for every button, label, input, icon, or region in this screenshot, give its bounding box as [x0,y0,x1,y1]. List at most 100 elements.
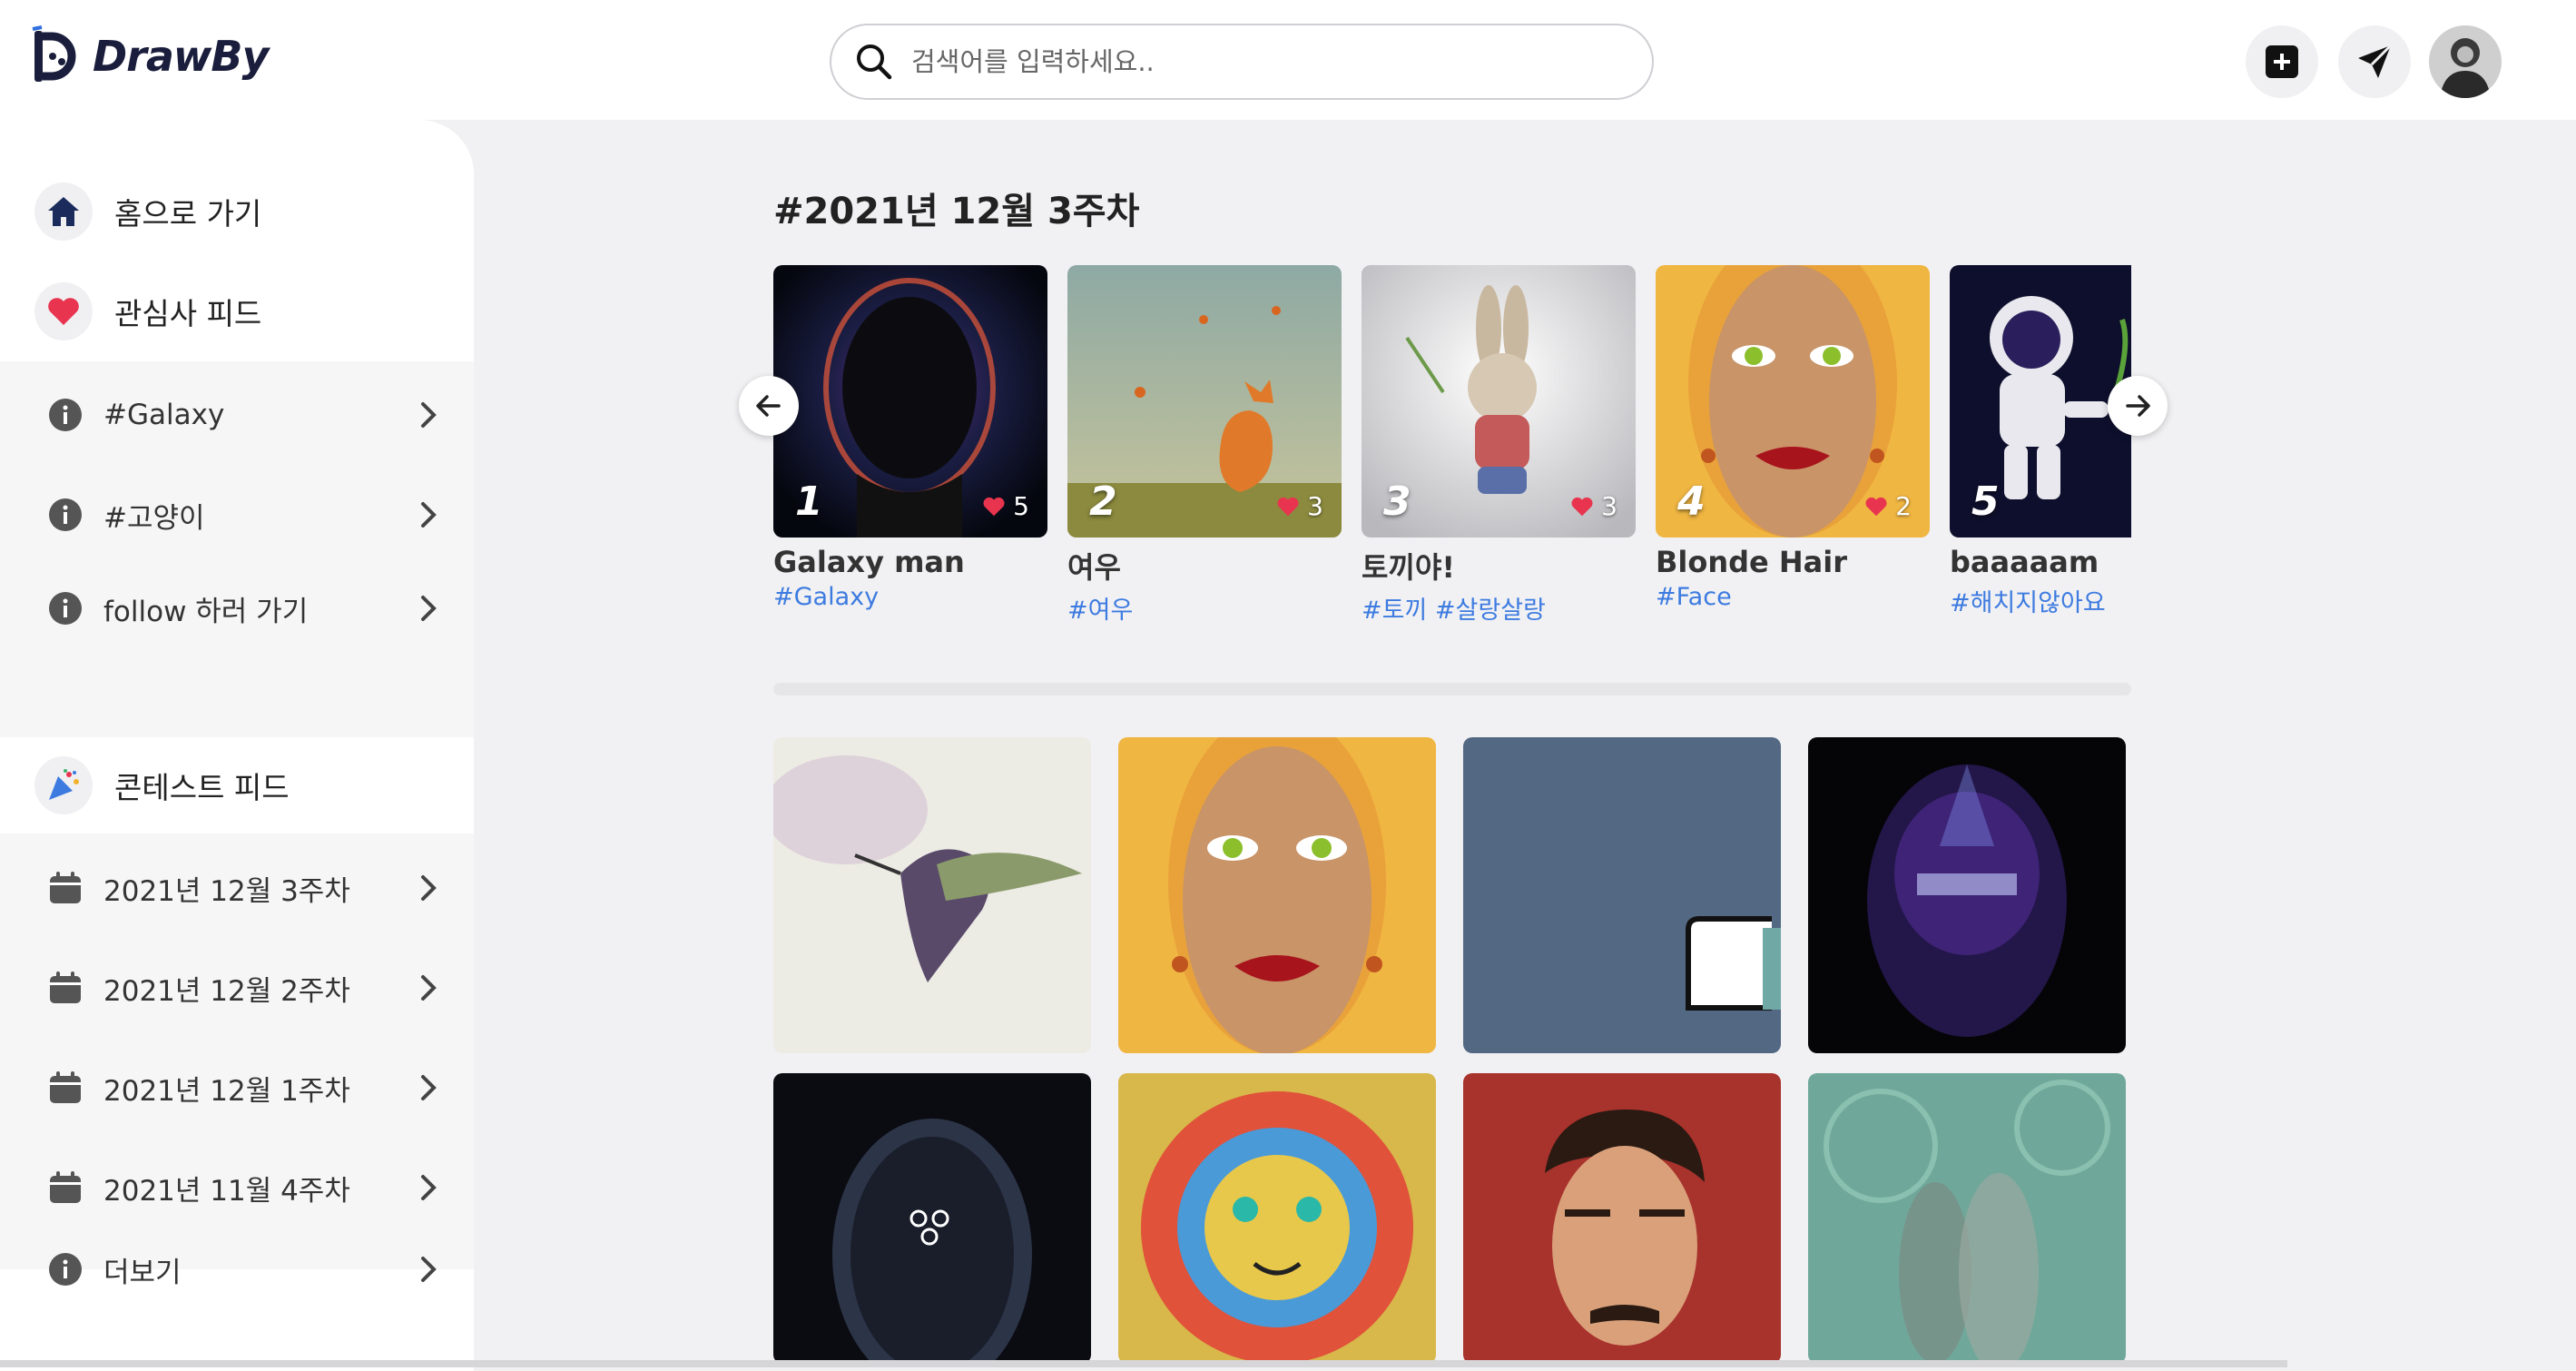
artwork-window-image [1463,737,1781,1053]
ranking-card[interactable]: 1 5 Galaxy man #Galaxy [773,265,1047,611]
sidebar-item-label: 2021년 12월 1주차 [103,1074,350,1108]
likes: 2 [1864,491,1912,521]
avatar[interactable] [2429,25,2502,98]
artwork-tags[interactable]: #토끼 #살랑살랑 [1362,590,1636,626]
chevron-right-icon [421,1257,437,1282]
info-icon [47,590,84,626]
sidebar-item-follow[interactable]: follow 하러 가기 [0,561,474,656]
ranking-card[interactable]: 5 baaaaam #해치지않아요 [1950,265,2131,618]
calendar-icon [47,1169,84,1206]
sidebar-item-label: 2021년 11월 4주차 [103,1174,350,1208]
artwork-title: 여우 [1067,550,1121,585]
search-icon [857,44,892,80]
artwork-tags[interactable]: #여우 [1067,590,1342,626]
info-icon [47,1251,84,1287]
chevron-right-icon [421,1075,437,1100]
sidebar-item-2021-12-w3[interactable]: 2021년 12월 3주차 [0,843,474,933]
sidebar-item-2021-11-w4[interactable]: 2021년 11월 4주차 [0,1142,474,1233]
ranking-carousel: 1 5 Galaxy man #Galaxy 2 3 여우 #여우 3 3 토끼… [773,265,2131,628]
home-icon-wrap [34,182,93,241]
artwork-cosmic-head-image [1808,737,2126,1053]
sidebar-item-home[interactable]: 홈으로 가기 [0,162,474,261]
heart-icon [1571,497,1593,516]
search-bar[interactable] [830,24,1654,100]
artwork-title: 토끼야! [1362,550,1455,585]
artwork-title: Blonde Hair [1656,545,1847,579]
ranking-card[interactable]: 2 3 여우 #여우 [1067,265,1342,626]
carousel-next-button[interactable] [2108,376,2168,436]
grid-artwork-dark-face[interactable] [773,1073,1091,1364]
artwork-thumbnail[interactable]: 5 [1950,265,2131,538]
sidebar-item-label: 2021년 12월 3주차 [103,874,350,908]
section-title: #2021년 12월 3주차 [773,191,1140,232]
ranking-card[interactable]: 3 3 토끼야! #토끼 #살랑살랑 [1362,265,1636,626]
app-name: DrawBy [93,32,269,81]
search-input[interactable] [911,46,1619,77]
horizontal-scrollbar[interactable] [0,1360,2287,1367]
rank-number: 4 [1677,478,1706,525]
artwork-tags[interactable]: #해치지않아요 [1950,583,2131,618]
calendar-icon [47,1070,84,1106]
ranking-card[interactable]: 4 2 Blonde Hair #Face [1656,265,1930,611]
artwork-tags[interactable]: #Face [1656,583,1930,611]
artwork-man-portrait-image [1463,1073,1781,1364]
sidebar-item-more[interactable]: 더보기 [0,1224,474,1315]
chevron-right-icon [421,402,437,428]
rank-number: 2 [1089,478,1117,525]
artwork-hummingbird-image [773,737,1091,1053]
calendar-icon [47,970,84,1006]
section-divider [773,683,2131,695]
arrow-left-icon [756,395,781,417]
artwork-thumbnail[interactable]: 4 2 [1656,265,1930,538]
grid-artwork-hummingbird[interactable] [773,737,1091,1053]
grid-artwork-vintage-couple[interactable] [1808,1073,2126,1364]
sidebar-item-label: 관심사 피드 [114,296,262,331]
like-count: 2 [1895,491,1912,521]
sidebar-item-interest-feed[interactable]: 관심사 피드 [0,261,474,361]
artwork-tags[interactable]: #Galaxy [773,583,1047,611]
sidebar-item-label: 2021년 12월 2주차 [103,974,350,1008]
grid-artwork-lion[interactable] [1118,1073,1436,1364]
sidebar-item-label: 더보기 [103,1256,182,1289]
contest-list: 2021년 12월 3주차 2021년 12월 2주차 2021년 12월 1주… [0,833,474,1289]
heart-icon-wrap [34,282,93,340]
grid-artwork-window[interactable] [1463,737,1781,1053]
sidebar-item-label: #Galaxy [103,399,225,431]
app-logo[interactable]: DrawBy [29,25,269,87]
grid-artwork-cosmic-head[interactable] [1808,737,2126,1053]
artwork-vintage-couple-image [1808,1073,2126,1364]
upload-button[interactable] [2246,25,2318,98]
sidebar-item-contest-feed[interactable]: 콘테스트 피드 [0,737,474,833]
artwork-thumbnail[interactable]: 2 3 [1067,265,1342,538]
sidebar-item-cat[interactable]: #고양이 [0,469,474,561]
carousel-prev-button[interactable] [739,376,799,436]
chevron-right-icon [421,875,437,901]
likes: 3 [1570,491,1617,521]
likes: 3 [1276,491,1323,521]
sidebar-item-galaxy[interactable]: #Galaxy [0,361,474,469]
sidebar-item-2021-12-w1[interactable]: 2021년 12월 1주차 [0,1042,474,1133]
sidebar: 홈으로 가기 관심사 피드 #Galaxy #고양이 follow 하러 가기 [0,120,474,1371]
like-count: 5 [1013,491,1029,521]
artwork-thumbnail[interactable]: 3 3 [1362,265,1636,538]
artwork-thumbnail[interactable]: 1 5 [773,265,1047,538]
sidebar-item-2021-12-w2[interactable]: 2021년 12월 2주차 [0,942,474,1033]
artwork-title: baaaaam [1950,545,2099,579]
send-icon [2358,44,2393,78]
arrow-right-icon [2126,395,2150,417]
chevron-right-icon [421,596,437,621]
artwork-face-image [1118,737,1436,1053]
grid-artwork-face[interactable] [1118,737,1436,1053]
user-avatar-image [2429,25,2502,98]
party-icon-wrap [34,756,93,814]
chevron-right-icon [421,502,437,528]
heart-icon [1277,497,1299,516]
sidebar-item-label: 콘테스트 피드 [114,770,290,805]
interest-list: #Galaxy #고양이 follow 하러 가기 [0,361,474,788]
home-icon [48,197,79,226]
rank-number: 1 [795,478,823,525]
messages-button[interactable] [2338,25,2411,98]
info-icon [47,397,84,433]
rank-number: 3 [1383,478,1411,525]
grid-artwork-man-portrait[interactable] [1463,1073,1781,1364]
